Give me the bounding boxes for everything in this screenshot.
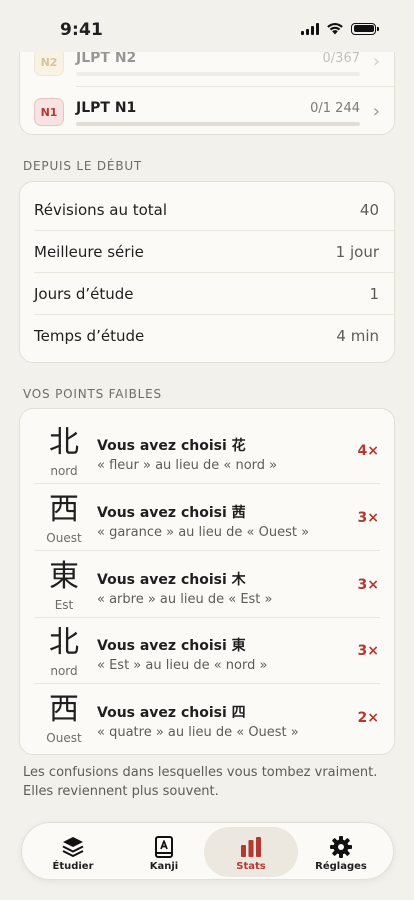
jlpt-progress-bar <box>76 72 360 76</box>
kanji-meaning: nord <box>50 464 78 478</box>
weak-points-card: 北 nord Vous avez choisi 花 « fleur » au l… <box>19 408 395 755</box>
confusion-detail: « quatre » au lieu de « Ouest » <box>97 725 299 740</box>
kanji-glyph: 西 <box>49 492 79 527</box>
kanji-book-icon <box>155 836 173 858</box>
weak-point-row[interactable]: 東 Est Vous avez choisi 木 « arbre » au li… <box>20 551 394 618</box>
kanji-meaning: Ouest <box>46 531 82 545</box>
weak-points-footnote: Les confusions dans lesquelles vous tomb… <box>23 763 393 801</box>
kanji-glyph: 北 <box>49 625 79 660</box>
confusion-count: 3× <box>357 510 379 526</box>
tab-stats[interactable]: Stats <box>204 827 298 877</box>
jlpt-count: 0/367 <box>322 51 360 66</box>
stat-row: Temps d’étude 4 min <box>20 315 394 357</box>
status-time: 9:41 <box>60 20 104 40</box>
jlpt-count: 0/1 244 <box>310 101 360 116</box>
section-heading-weak-points: VOS POINTS FAIBLES <box>23 387 162 401</box>
tab-settings[interactable]: Réglages <box>294 827 388 877</box>
stat-label: Temps d’étude <box>34 327 145 345</box>
battery-icon <box>351 22 379 35</box>
level-badge-n1: N1 <box>34 98 64 126</box>
kanji-glyph: 東 <box>49 559 79 594</box>
confusion-detail: « garance » au lieu de « Ouest » <box>97 525 310 540</box>
confusion-count: 2× <box>357 710 379 726</box>
cellular-signal-icon <box>301 22 319 35</box>
since-start-card: Révisions au total 40 Meilleure série 1 … <box>19 181 395 363</box>
confusion-detail: « Est » au lieu de « nord » <box>97 658 268 673</box>
kanji-glyph: 北 <box>49 425 79 460</box>
chevron-right-icon: › <box>372 101 380 122</box>
footnote-line: Elles reviennent plus souvent. <box>23 784 219 799</box>
tab-label: Kanji <box>149 861 179 872</box>
weak-point-row[interactable]: 西 Ouest Vous avez choisi 茜 « garance » a… <box>20 484 394 551</box>
stat-row: Meilleure série 1 jour <box>20 231 394 273</box>
kanji-glyph: 西 <box>49 692 79 727</box>
tab-label: Réglages <box>315 861 367 872</box>
confusion-title: Vous avez choisi 四 <box>97 705 246 721</box>
tab-study[interactable]: Étudier <box>26 827 120 877</box>
kanji-meaning: nord <box>50 664 78 678</box>
stat-value: 1 <box>369 285 379 303</box>
stat-label: Jours d’étude <box>34 285 134 303</box>
stat-row: Jours d’étude 1 <box>20 273 394 315</box>
confusion-count: 4× <box>357 443 379 459</box>
level-badge-n2: N2 <box>34 48 64 76</box>
confusion-detail: « arbre » au lieu de « Est » <box>97 592 273 607</box>
chevron-right-icon: › <box>372 51 380 72</box>
section-heading-since-start: DEPUIS LE DÉBUT <box>23 159 143 173</box>
weak-point-row[interactable]: 北 nord Vous avez choisi 花 « fleur » au l… <box>20 417 394 484</box>
stat-row: Révisions au total 40 <box>20 189 394 231</box>
bar-chart-icon <box>241 837 261 857</box>
jlpt-progress-bar <box>76 122 360 126</box>
stat-value: 40 <box>359 201 379 219</box>
jlpt-row-n1[interactable]: N1 JLPT N1 0/1 244 › <box>20 89 394 134</box>
weak-point-row[interactable]: 北 nord Vous avez choisi 東 « Est » au lie… <box>20 617 394 684</box>
gear-icon <box>330 836 352 858</box>
kanji-meaning: Ouest <box>46 731 82 745</box>
tab-kanji[interactable]: Kanji <box>117 827 211 877</box>
confusion-detail: « fleur » au lieu de « nord » <box>97 458 278 473</box>
stat-label: Meilleure série <box>34 243 144 261</box>
weak-point-row[interactable]: 西 Ouest Vous avez choisi 四 « quatre » au… <box>20 684 394 751</box>
status-icons <box>301 22 379 35</box>
confusion-title: Vous avez choisi 茜 <box>97 505 246 521</box>
stack-icon <box>62 837 84 857</box>
kanji-meaning: Est <box>54 598 74 612</box>
wifi-icon <box>327 23 343 35</box>
confusion-title: Vous avez choisi 東 <box>97 638 246 654</box>
confusion-title: Vous avez choisi 木 <box>97 572 246 588</box>
confusion-count: 3× <box>357 643 379 659</box>
footnote-line: Les confusions dans lesquelles vous tomb… <box>23 765 378 780</box>
confusion-count: 3× <box>357 577 379 593</box>
stat-value: 4 min <box>336 327 379 345</box>
jlpt-name: JLPT N2 <box>76 50 137 66</box>
jlpt-name: JLPT N1 <box>76 100 137 116</box>
stat-value: 1 jour <box>335 243 379 261</box>
tab-label: Étudier <box>52 861 94 872</box>
divider <box>76 86 394 87</box>
status-bar: 9:41 <box>0 0 414 52</box>
stat-label: Révisions au total <box>34 201 168 219</box>
confusion-title: Vous avez choisi 花 <box>97 438 246 454</box>
tab-label: Stats <box>236 861 266 872</box>
tab-bar: Étudier Kanji Stats Réglages <box>21 822 394 880</box>
